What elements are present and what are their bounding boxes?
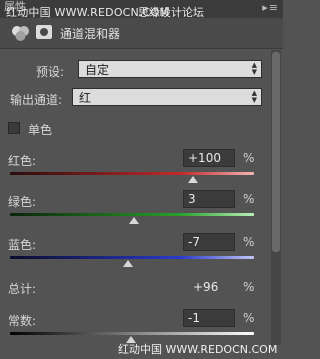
red-slider-track[interactable]	[10, 172, 254, 175]
watermark-bottom: 红动中国 WWW.REDOCN.COM	[118, 343, 278, 356]
total-label: 总计:	[8, 282, 37, 296]
blue-percent-sign: %	[243, 235, 255, 249]
red-value-input[interactable]: +100	[183, 149, 235, 167]
panel-menu-icon[interactable]: ▸≡	[262, 1, 279, 14]
constant-value-input[interactable]: -1	[183, 309, 235, 327]
monochrome-label: 单色	[28, 123, 53, 137]
preset-value: 自定	[85, 63, 110, 77]
monochrome-checkbox[interactable]	[8, 122, 20, 134]
output-channel-select[interactable]: 红 ▲ ▼	[72, 88, 262, 106]
layer-mask-icon[interactable]	[36, 25, 52, 39]
total-percent-sign: %	[243, 280, 255, 294]
panel-titlebar: 属性 红动中国 WWW.REDOCN.COM 思缘设计论坛 ▸≡	[0, 0, 283, 19]
output-channel-value: 红	[79, 91, 92, 105]
red-percent-sign: %	[243, 151, 255, 165]
green-slider-label: 绿色:	[8, 195, 37, 209]
output-channel-label: 输出通道:	[10, 93, 63, 107]
constant-slider-track[interactable]	[10, 332, 254, 335]
constant-label: 常数:	[8, 314, 37, 328]
select-arrows-icon: ▲ ▼	[251, 89, 257, 104]
red-slider-thumb[interactable]	[188, 176, 198, 183]
panel-title: 通道混和器	[60, 27, 121, 41]
blue-slider-label: 蓝色:	[8, 238, 37, 252]
total-value: +96	[193, 280, 219, 294]
blue-slider-track[interactable]	[10, 256, 254, 259]
red-slider-label: 红色:	[8, 154, 37, 168]
blue-value-input[interactable]: -7	[183, 233, 235, 251]
green-value-input[interactable]: 3	[183, 190, 235, 208]
preset-select[interactable]: 自定 ▲ ▼	[78, 60, 262, 78]
blue-slider-thumb[interactable]	[122, 260, 133, 267]
constant-percent-sign: %	[243, 311, 255, 325]
green-percent-sign: %	[243, 192, 255, 206]
select-arrows-icon: ▲ ▼	[251, 61, 257, 76]
green-slider-thumb[interactable]	[128, 217, 139, 224]
green-slider-track[interactable]	[10, 213, 254, 216]
channel-mixer-icon[interactable]	[10, 24, 32, 42]
panel-scrollbar-thumb[interactable]	[272, 52, 280, 252]
panel-header: 通道混和器	[0, 18, 283, 49]
preset-label: 预设:	[36, 65, 65, 79]
